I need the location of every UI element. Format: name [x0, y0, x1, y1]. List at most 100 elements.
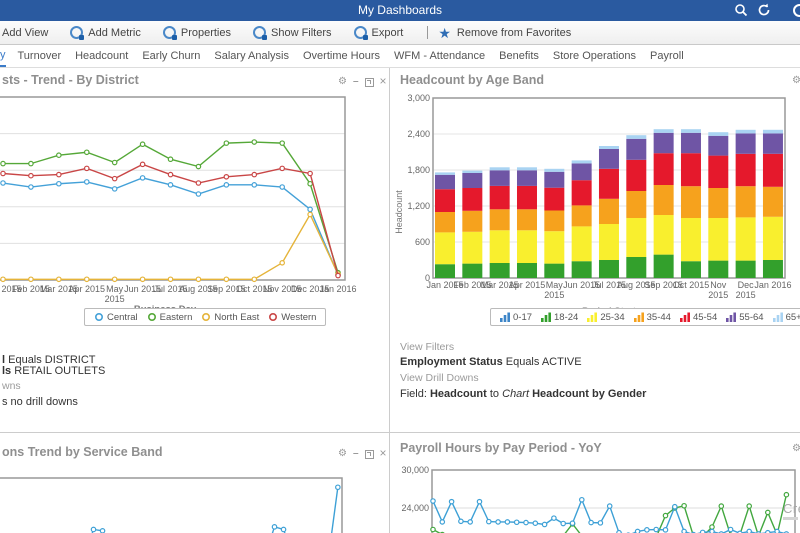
svg-text:Jan 2016: Jan 2016	[754, 280, 791, 290]
legend-item-eastern[interactable]: Eastern	[147, 312, 192, 323]
svg-text:24,000: 24,000	[401, 503, 429, 513]
svg-text:30,000: 30,000	[401, 465, 429, 475]
district-line-chart[interactable]: Jan 2015Feb 2015Mar 2015Apr 2015May2015J…	[0, 90, 390, 320]
view-filters-label: View Filters	[400, 341, 455, 353]
drill-target[interactable]: Headcount by Gender	[532, 388, 646, 400]
minimize-icon[interactable]	[353, 449, 359, 459]
legend-item-central[interactable]: Central	[94, 312, 138, 323]
gear-icon[interactable]	[338, 449, 347, 459]
tab-payroll[interactable]: Payroll	[650, 47, 684, 66]
svg-text:Nov2015: Nov 2015	[708, 280, 728, 300]
legend-item-35-44[interactable]: 35-44	[633, 312, 671, 323]
ageband-filter-line: Employment Status Equals ACTIVE	[400, 356, 582, 368]
dashboard-page: { "topbar": {"title": "My Dashboards"}, …	[0, 0, 800, 533]
show-filters-button[interactable]: Show Filters	[253, 26, 332, 40]
close-icon[interactable]	[380, 448, 387, 460]
ageband-drilldown-line: Field: Headcount to Chart Headcount by G…	[400, 388, 647, 400]
gear-icon[interactable]	[338, 77, 347, 87]
series-marker-icon	[94, 312, 104, 322]
tab-wfm-attendance[interactable]: WFM - Attendance	[394, 47, 485, 66]
panel-ageband: Headcount by Age Band 06001,2001,8002,40…	[390, 68, 800, 432]
page-title: My Dashboards	[357, 3, 443, 17]
panel-serviceband: ons Trend by Service Band	[0, 433, 389, 533]
panel-ageband-controls	[792, 76, 800, 86]
tab-headcount[interactable]: Headcount	[75, 47, 128, 66]
svg-text:600: 600	[415, 237, 430, 247]
tab-active[interactable]: y	[0, 46, 6, 67]
tab-benefits[interactable]: Benefits	[499, 47, 539, 66]
legend-item-25-34[interactable]: 25-34	[587, 312, 625, 323]
panel-payroll-title: Payroll Hours by Pay Period - YoY	[400, 441, 602, 455]
export-icon	[353, 26, 368, 40]
panel-district-title: sts - Trend - By District	[2, 73, 139, 87]
popout-icon[interactable]	[364, 449, 374, 459]
vendor-watermark: Cre	[783, 501, 800, 520]
drill-field[interactable]: Headcount	[430, 388, 487, 400]
svg-text:May2015: May 2015	[105, 284, 125, 304]
ageband-legend: 0-17 18-24 25-34 35-44 45-54 55-64 65+	[490, 308, 800, 326]
close-icon[interactable]	[380, 76, 387, 88]
properties-icon	[162, 26, 177, 40]
mini-bars-icon	[726, 312, 737, 322]
topbar: My Dashboards	[0, 0, 800, 21]
district-drilldowns-heading: wns	[2, 380, 21, 392]
legend-item-55-64[interactable]: 55-64	[726, 312, 764, 323]
district-drilldowns-text: s no drill downs	[2, 396, 78, 408]
add-view-button[interactable]: Add View	[2, 27, 48, 39]
panel-payroll-controls	[792, 444, 800, 454]
legend-item-45-54[interactable]: 45-54	[679, 312, 717, 323]
search-icon[interactable]	[734, 3, 748, 22]
popout-icon[interactable]	[364, 77, 374, 87]
panel-district-controls	[338, 76, 387, 88]
svg-text:Apr 2015: Apr 2015	[509, 280, 546, 290]
export-button[interactable]: Export	[353, 26, 403, 40]
gear-icon[interactable]	[792, 444, 800, 454]
panel-district: sts - Trend - By District Jan 2015Feb 20…	[0, 68, 389, 432]
district-legend: Central Eastern North East Western	[84, 308, 327, 326]
tab-overtime-hours[interactable]: Overtime Hours	[303, 47, 380, 66]
tab-early-churn[interactable]: Early Churn	[142, 47, 200, 66]
mini-bars-icon	[772, 312, 783, 322]
minimize-icon[interactable]	[353, 77, 359, 87]
show-filters-icon	[253, 26, 267, 40]
tab-store-operations[interactable]: Store Operations	[553, 47, 636, 66]
legend-item-western[interactable]: Western	[268, 312, 316, 323]
toolbar: Add View Add Metric Properties Show Filt…	[0, 21, 800, 45]
add-metric-button[interactable]: Add Metric	[70, 26, 141, 40]
refresh-icon[interactable]	[757, 3, 771, 22]
view-drilldowns-label: View Drill Downs	[400, 372, 479, 384]
toolbar-separator	[427, 26, 429, 39]
svg-text:3,000: 3,000	[407, 93, 430, 103]
svg-text:Dec2015: Dec 2015	[736, 280, 756, 300]
mini-bars-icon	[541, 312, 552, 322]
tab-turnover[interactable]: Turnover	[18, 47, 62, 66]
gear-icon[interactable]	[792, 76, 800, 86]
mini-bars-icon	[633, 312, 644, 322]
legend-item-0-17[interactable]: 0-17	[500, 312, 532, 323]
ageband-bar-chart[interactable]: 06001,2001,8002,4003,000HeadcountJan 201…	[390, 90, 800, 322]
series-marker-icon	[147, 312, 156, 322]
svg-text:Apr 2015: Apr 2015	[68, 284, 105, 294]
tab-salary-analysis[interactable]: Salary Analysis	[214, 47, 289, 66]
add-metric-icon	[70, 26, 85, 40]
payroll-line-chart[interactable]: 30,000 24,000	[390, 455, 800, 533]
dashboard-tabbar: y Turnover Headcount Early Churn Salary …	[0, 45, 800, 67]
svg-text:1,200: 1,200	[407, 201, 430, 211]
panel-serviceband-controls	[338, 448, 387, 460]
mini-bars-icon	[679, 312, 690, 322]
remove-favorites-button[interactable]: Remove from Favorites	[438, 26, 571, 40]
svg-text:Jan 2016: Jan 2016	[320, 284, 357, 294]
properties-button[interactable]: Properties	[162, 26, 231, 40]
legend-item-18-24[interactable]: 18-24	[541, 312, 578, 323]
legend-item-north-east[interactable]: North East	[201, 312, 259, 323]
legend-item-65plus[interactable]: 65+	[772, 312, 800, 323]
svg-text:2,400: 2,400	[407, 129, 430, 139]
series-marker-icon	[202, 312, 211, 322]
profile-icon[interactable]	[792, 3, 800, 23]
svg-text:Oct 2015: Oct 2015	[673, 280, 710, 290]
svg-text:Headcount: Headcount	[394, 190, 404, 234]
svg-text:1,800: 1,800	[407, 165, 430, 175]
svg-text:May2015: May 2015	[544, 280, 564, 300]
star-icon	[438, 26, 451, 40]
serviceband-line-chart[interactable]	[0, 470, 390, 533]
